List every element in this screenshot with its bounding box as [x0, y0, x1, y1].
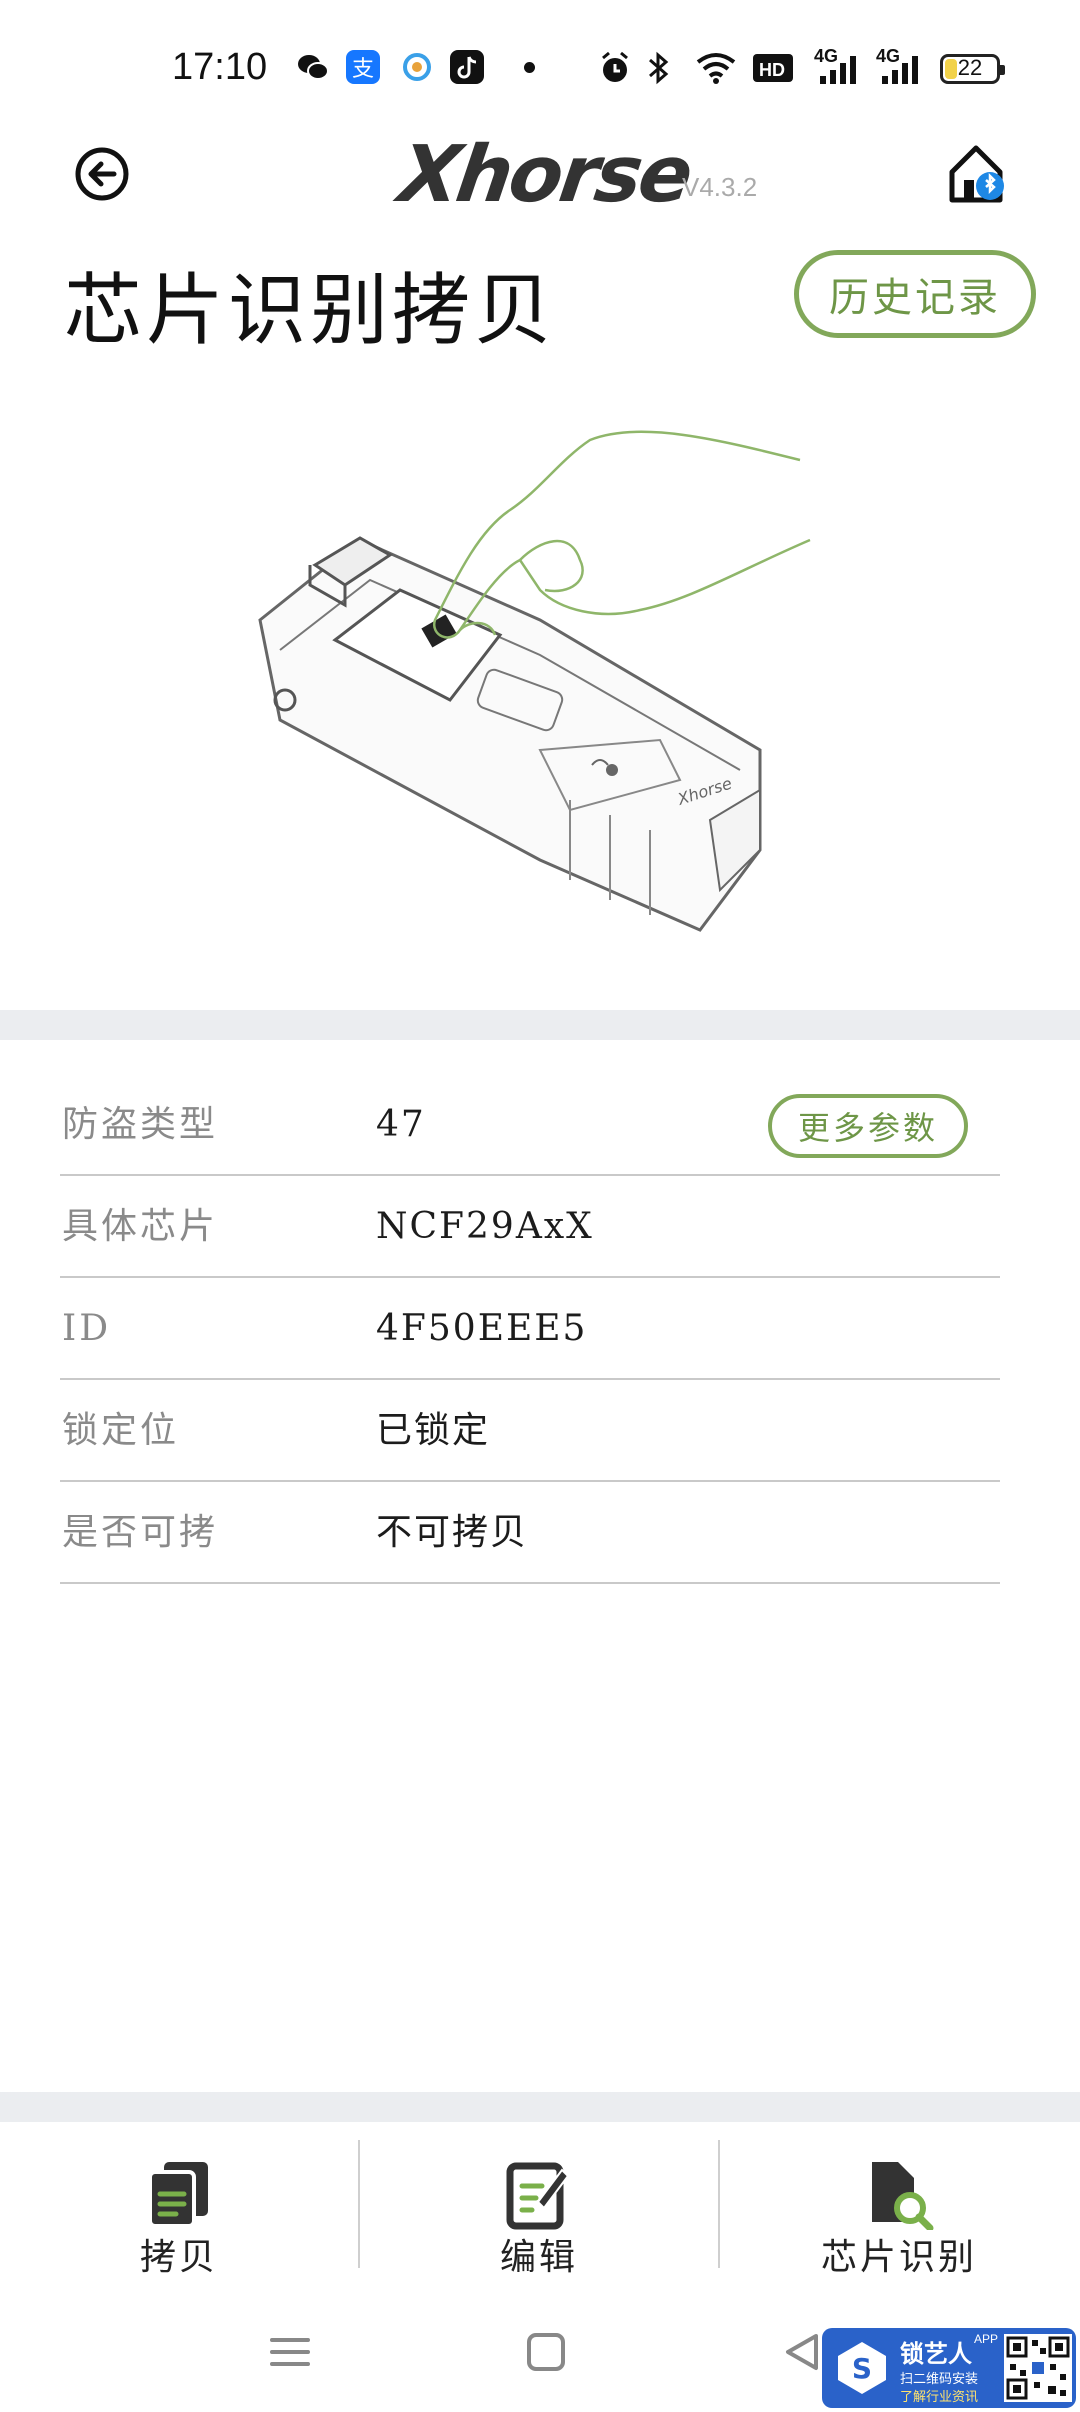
info-row-chip-model: 具体芯片 NCF29AxX — [60, 1176, 1000, 1278]
copy-icon — [148, 2162, 208, 2228]
alarm-icon — [598, 50, 632, 86]
home-nav-button[interactable] — [516, 2322, 576, 2382]
info-value: 已锁定 — [376, 1410, 491, 1451]
tab-edit[interactable]: 编辑 — [360, 2122, 718, 2292]
lock-artisan-logo-icon: S — [838, 2342, 886, 2394]
info-row-immobilizer-type: 防盗类型 47 更多参数 — [60, 1074, 1000, 1176]
tab-label: 编辑 — [499, 2237, 578, 2278]
menu-nav-button[interactable] — [260, 2322, 320, 2382]
chip-identify-icon — [872, 2162, 934, 2230]
tab-label: 拷贝 — [139, 2237, 218, 2278]
info-value: 不可拷贝 — [376, 1512, 529, 1553]
app-version: V4.3.2 — [682, 172, 758, 202]
info-value: 47 — [376, 1104, 426, 1145]
hd-label: HD — [759, 60, 785, 80]
tab-label: 芯片识别 — [820, 2237, 977, 2278]
qr-code-icon — [1004, 2334, 1072, 2402]
xhorse-logo: Xhorse V4.3.2 — [394, 130, 760, 220]
page-title: 芯片识别拷贝 — [64, 266, 557, 356]
info-label: 锁定位 — [62, 1410, 180, 1451]
info-label: ID — [62, 1308, 112, 1349]
home-bluetooth-icon — [949, 145, 1004, 203]
history-button[interactable]: 历史记录 — [794, 250, 1036, 338]
info-value: 4F50EEE5 — [376, 1308, 588, 1349]
section-divider — [0, 1010, 1080, 1040]
alipay-icon: 支 — [346, 50, 380, 84]
watermark-line2: 了解行业资讯 — [900, 2390, 979, 2405]
watermark-line1: 扫二维码安装 — [900, 2372, 979, 2387]
info-row-id: ID 4F50EEE5 — [60, 1278, 1000, 1380]
tab-chip-identify[interactable]: 芯片识别 — [720, 2122, 1078, 2292]
info-label: 具体芯片 — [62, 1206, 219, 1247]
status-bar: 17:10 支 HD 4G 4G 22 — [0, 0, 1080, 130]
device-connection-button[interactable] — [946, 140, 1010, 208]
signal-icon — [878, 50, 922, 86]
svg-text:支: 支 — [352, 57, 374, 82]
battery-cap — [1000, 65, 1005, 75]
signal-icon — [816, 50, 860, 86]
logo-text: Xhorse — [393, 130, 696, 220]
info-label: 防盗类型 — [62, 1104, 219, 1145]
app-icon — [400, 50, 434, 84]
home-square-icon — [527, 2333, 565, 2371]
info-value: NCF29AxX — [376, 1206, 594, 1247]
info-label: 是否可拷 — [62, 1512, 219, 1553]
edit-icon — [506, 2162, 570, 2230]
more-params-button[interactable]: 更多参数 — [768, 1094, 968, 1158]
watermark-badge: S 锁艺人 APP 扫二维码安装 了解行业资讯 — [822, 2328, 1076, 2408]
watermark-app-label: APP — [974, 2332, 999, 2346]
svg-text:S: S — [852, 2352, 872, 2385]
menu-icon — [270, 2338, 310, 2366]
wifi-icon — [694, 50, 738, 86]
tabbar-divider — [0, 2092, 1080, 2122]
watermark-title: 锁艺人 — [900, 2340, 972, 2368]
tab-copy[interactable]: 拷贝 — [0, 2122, 358, 2292]
back-button[interactable] — [72, 144, 132, 204]
battery-level: 22 — [957, 55, 983, 80]
back-arrow-icon — [75, 147, 129, 201]
tiktok-icon — [450, 50, 484, 84]
battery-icon: 22 — [940, 54, 1005, 84]
info-row-lock-bit: 锁定位 已锁定 — [60, 1380, 1000, 1482]
hd-icon: HD — [752, 50, 794, 86]
status-time: 17:10 — [172, 46, 268, 88]
info-row-copyable: 是否可拷 不可拷贝 — [60, 1482, 1000, 1584]
bottom-tab-bar: 拷贝 编辑 芯片识别 — [0, 2122, 1080, 2292]
wechat-icon — [296, 50, 330, 84]
device-illustration: Xhorse — [240, 420, 840, 940]
bluetooth-icon — [644, 50, 672, 86]
notification-dot — [524, 62, 535, 73]
